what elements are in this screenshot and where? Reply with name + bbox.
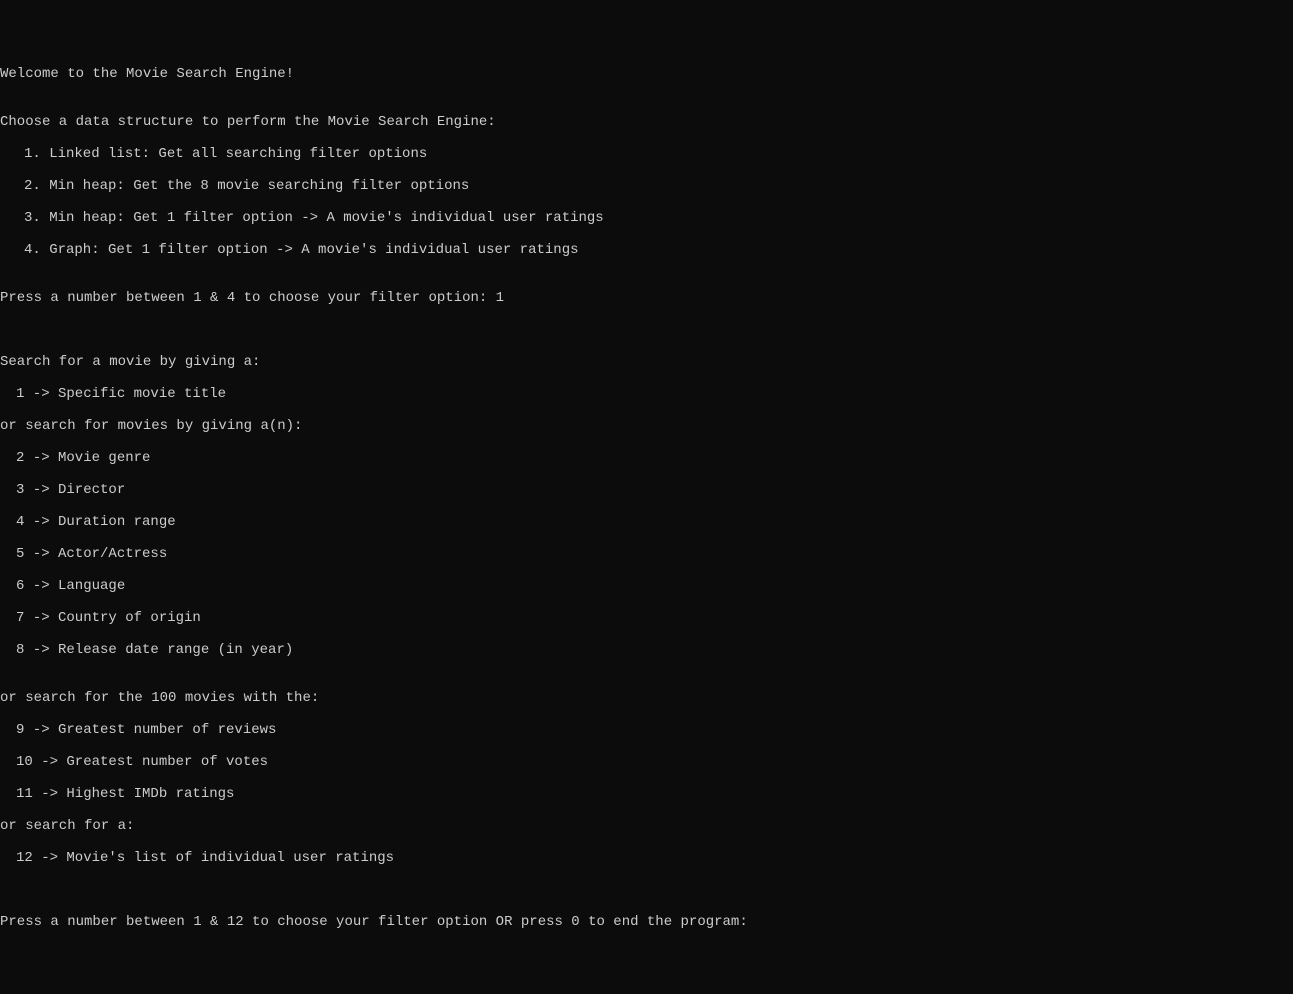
search-opt-3: 3 -> Director bbox=[0, 482, 1293, 498]
search-opt-11: 11 -> Highest IMDb ratings bbox=[0, 786, 1293, 802]
search-opt-4: 4 -> Duration range bbox=[0, 514, 1293, 530]
welcome-text: Welcome to the Movie Search Engine! bbox=[0, 66, 1293, 82]
search-opt-7: 7 -> Country of origin bbox=[0, 610, 1293, 626]
search-header-1: Search for a movie by giving a: bbox=[0, 354, 1293, 370]
search-header-3: or search for the 100 movies with the: bbox=[0, 690, 1293, 706]
search-opt-9: 9 -> Greatest number of reviews bbox=[0, 722, 1293, 738]
search-opt-1: 1 -> Specific movie title bbox=[0, 386, 1293, 402]
final-input-prompt[interactable]: Press a number between 1 & 12 to choose … bbox=[0, 914, 756, 930]
search-opt-2: 2 -> Movie genre bbox=[0, 450, 1293, 466]
search-opt-12: 12 -> Movie's list of individual user ra… bbox=[0, 850, 1293, 866]
search-opt-8: 8 -> Release date range (in year) bbox=[0, 642, 1293, 658]
search-opt-10: 10 -> Greatest number of votes bbox=[0, 754, 1293, 770]
ds-prompt: Choose a data structure to perform the M… bbox=[0, 114, 1293, 130]
search-opt-6: 6 -> Language bbox=[0, 578, 1293, 594]
ds-option-4: 4. Graph: Get 1 filter option -> A movie… bbox=[0, 242, 1293, 258]
search-header-4: or search for a: bbox=[0, 818, 1293, 834]
ds-option-1: 1. Linked list: Get all searching filter… bbox=[0, 146, 1293, 162]
ds-input-line[interactable]: Press a number between 1 & 4 to choose y… bbox=[0, 290, 1293, 306]
ds-option-2: 2. Min heap: Get the 8 movie searching f… bbox=[0, 178, 1293, 194]
search-opt-5: 5 -> Actor/Actress bbox=[0, 546, 1293, 562]
search-header-2: or search for movies by giving a(n): bbox=[0, 418, 1293, 434]
ds-option-3: 3. Min heap: Get 1 filter option -> A mo… bbox=[0, 210, 1293, 226]
